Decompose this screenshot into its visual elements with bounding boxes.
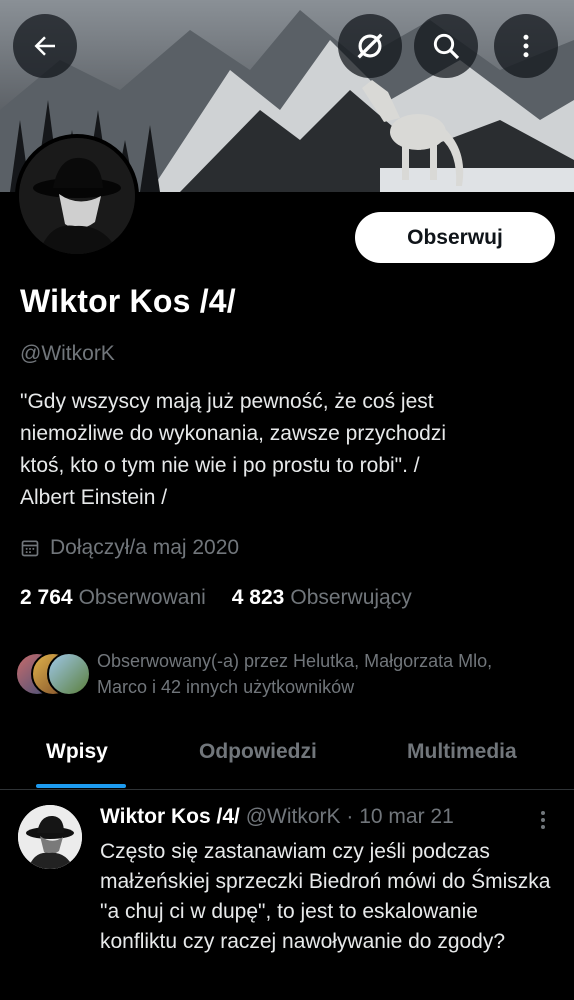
- profile-tabs: Wpisy Odpowiedzi Multimedia: [0, 728, 574, 790]
- grok-icon: [357, 33, 383, 59]
- joined-text: Dołączył/a maj 2020: [50, 536, 240, 559]
- avatar: [47, 652, 91, 696]
- arrow-left-icon: [34, 36, 55, 56]
- search-button[interactable]: [414, 14, 478, 78]
- profile-avatar[interactable]: [15, 134, 139, 258]
- tab-replies[interactable]: Odpowiedzi: [199, 740, 317, 764]
- more-vertical-icon: [541, 811, 545, 829]
- profile-display-name: Wiktor Kos /4/: [20, 283, 236, 319]
- followed-by-row[interactable]: Obserwowany(-a) przez Helutka, Małgorzat…: [15, 648, 537, 700]
- tweet[interactable]: Wiktor Kos /4/ @WitkorK · 10 mar 21 Częs…: [0, 791, 574, 1000]
- profile-handle: @WitkorK: [20, 342, 115, 365]
- grok-button[interactable]: [338, 14, 402, 78]
- followers-count: 4 823: [231, 586, 285, 609]
- tab-media[interactable]: Multimedia: [407, 740, 517, 764]
- tweet-author-name[interactable]: Wiktor Kos /4/: [100, 805, 240, 828]
- following-count: 2 764: [20, 586, 73, 609]
- avatar-image: [19, 138, 135, 254]
- active-tab-indicator: [36, 784, 126, 788]
- tweet-author-handle[interactable]: @WitkorK: [246, 805, 341, 828]
- tweet-date[interactable]: 10 mar 21: [359, 805, 454, 828]
- tweet-text: Często się zastanawiam czy jeśli podczas…: [100, 840, 551, 953]
- follow-button[interactable]: Obserwuj: [355, 212, 555, 263]
- tweet-more-button[interactable]: [534, 809, 552, 836]
- tweet-separator: ·: [346, 805, 354, 828]
- tweet-author-avatar[interactable]: [18, 805, 82, 869]
- search-icon: [433, 33, 460, 60]
- followers-you-know-avatars: [15, 652, 91, 696]
- profile-stats: 2 764 Obserwowani 4 823 Obserwujący: [20, 586, 412, 610]
- tweet-header: Wiktor Kos /4/ @WitkorK · 10 mar 21: [100, 805, 454, 829]
- tab-posts[interactable]: Wpisy: [46, 740, 108, 764]
- profile-bio: "Gdy wszyscy mają już pewność, że coś je…: [20, 390, 447, 509]
- back-button[interactable]: [13, 14, 77, 78]
- followed-by-text: Obserwowany(-a) przez Helutka, Małgorzat…: [97, 651, 493, 697]
- followers-label: Obserwujący: [290, 586, 412, 609]
- following-link[interactable]: 2 764 Obserwowani: [20, 586, 206, 610]
- following-label: Obserwowani: [78, 586, 206, 609]
- avatar-image: [18, 805, 82, 869]
- calendar-icon: [21, 540, 39, 557]
- followers-link[interactable]: 4 823 Obserwujący: [232, 586, 412, 610]
- more-vertical-icon: [523, 34, 529, 58]
- more-options-button[interactable]: [494, 14, 558, 78]
- joined-date: Dołączył/a maj 2020: [20, 536, 239, 560]
